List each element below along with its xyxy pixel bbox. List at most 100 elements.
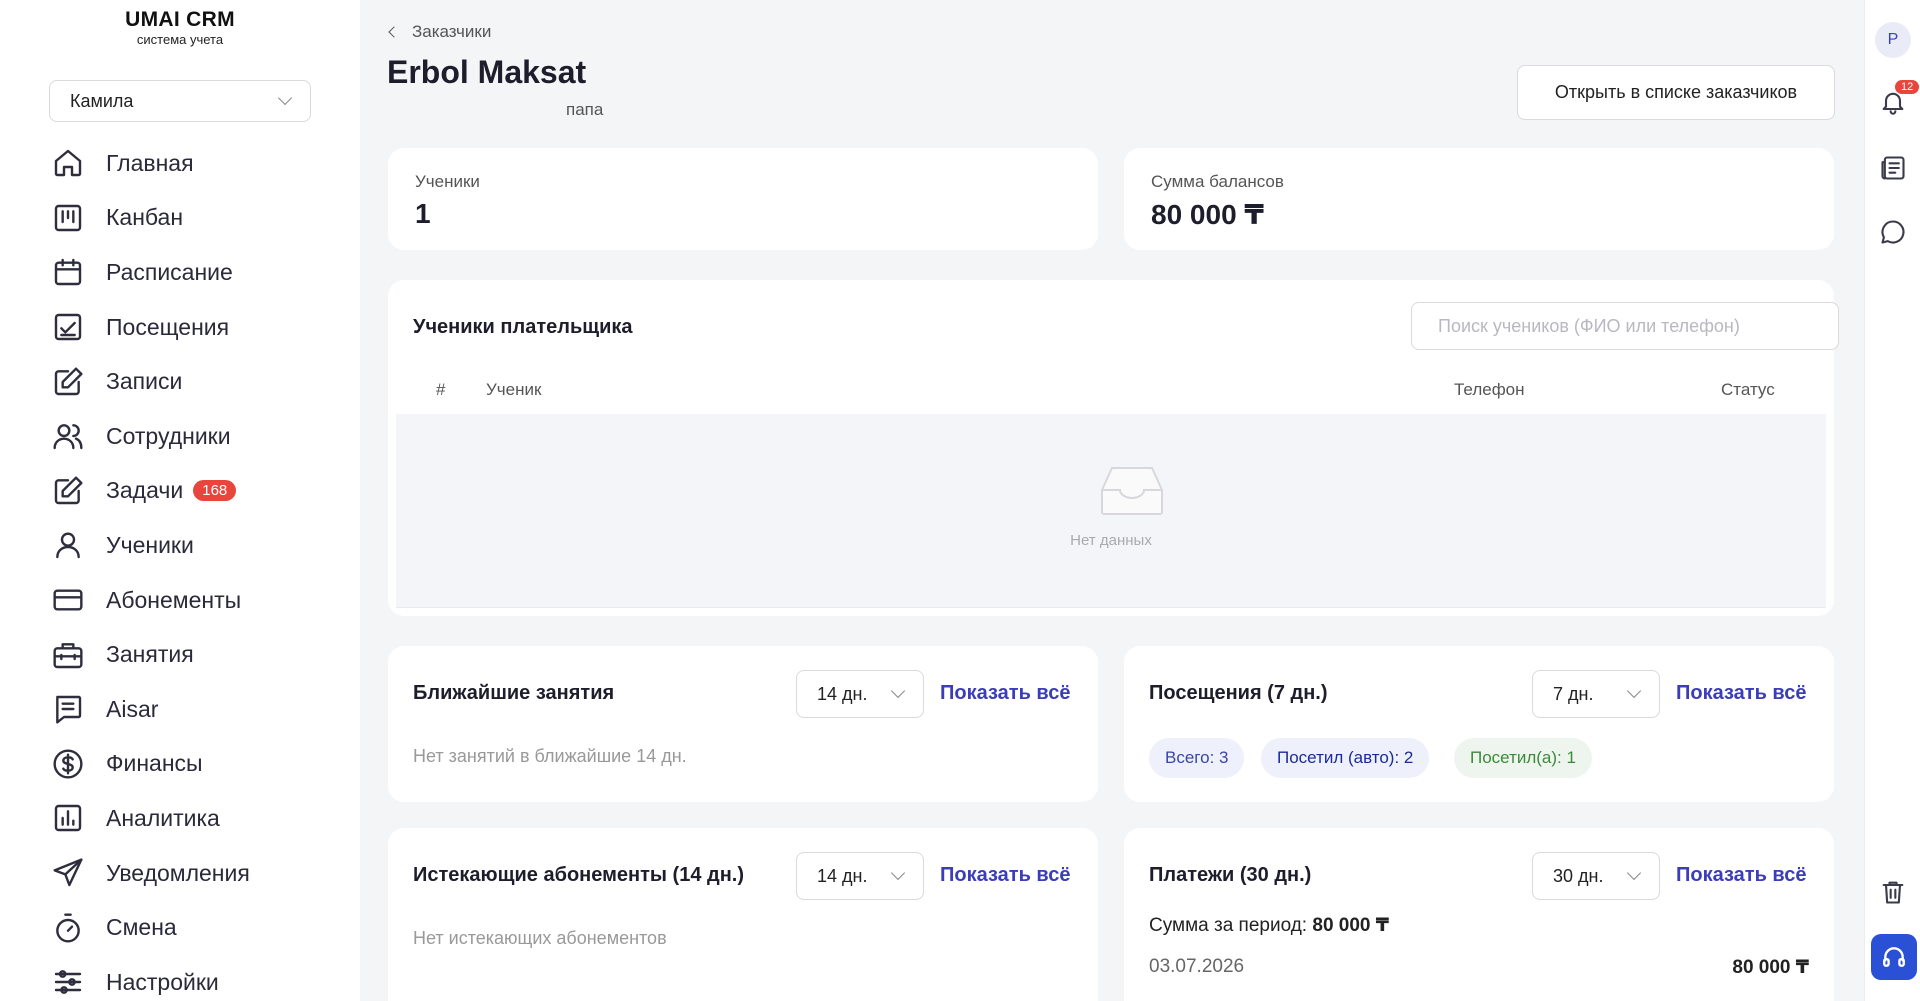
sidebar-item-label: Aisar bbox=[106, 695, 159, 722]
sidebar-item-label: Главная bbox=[106, 149, 194, 176]
trash-icon bbox=[1882, 881, 1904, 904]
sidebar-item-home[interactable]: Главная bbox=[52, 136, 352, 191]
breadcrumb-label: Заказчики bbox=[412, 22, 492, 41]
analytics-icon bbox=[54, 805, 82, 832]
card-title: Истекающие абонементы (14 дн.) bbox=[413, 864, 744, 886]
stat-value: 80 000 ₸ bbox=[1151, 199, 1264, 230]
tasks-count-badge: 168 bbox=[193, 480, 237, 502]
column-header[interactable]: # bbox=[436, 380, 445, 400]
sidebar-item-label: Задачи bbox=[106, 477, 184, 504]
table-empty-state: Нет данных bbox=[396, 414, 1826, 608]
payments-card: Платежи (30 дн.) 30 дн. Показать всё Сум… bbox=[1124, 828, 1834, 1001]
card-title: Посещения (7 дн.) bbox=[1149, 682, 1328, 704]
column-header[interactable]: Статус bbox=[1721, 380, 1775, 400]
empty-text: Нет данных bbox=[1070, 532, 1152, 549]
users-icon bbox=[53, 424, 83, 450]
payments-show-all-link[interactable]: Показать всё bbox=[1676, 864, 1806, 887]
brand-subtitle: система учета bbox=[136, 32, 224, 47]
upcoming-lessons-card: Ближайшие занятия 14 дн. Показать всё Не… bbox=[388, 646, 1098, 802]
empty-inbox-icon bbox=[1101, 467, 1163, 515]
sidebar-item-shift[interactable]: Смена bbox=[52, 900, 352, 955]
students-stat-card: Ученики 1 bbox=[388, 148, 1098, 250]
kanban-icon bbox=[54, 204, 82, 232]
sum-label: Сумма за период: bbox=[1149, 915, 1308, 936]
attendance-card: Посещения (7 дн.) 7 дн. Показать всё Все… bbox=[1124, 646, 1834, 802]
right-rail: P 12 bbox=[1864, 0, 1920, 1001]
sidebar-item-label: Записи bbox=[106, 368, 183, 395]
dollar-icon bbox=[53, 749, 83, 779]
sidebar-item-analytics[interactable]: Аналитика bbox=[52, 791, 352, 846]
sidebar-item-tasks[interactable]: Задачи 168 bbox=[52, 464, 352, 519]
edit-icon bbox=[54, 476, 83, 505]
sidebar-item-label: Настройки bbox=[106, 968, 219, 995]
sidebar-item-label: Аналитика bbox=[106, 804, 220, 831]
card-title: Ближайшие занятия bbox=[413, 682, 615, 704]
empty-text: Нет занятий в ближайшие 14 дн. bbox=[413, 746, 687, 766]
stat-value: 1 bbox=[415, 198, 431, 229]
expiring-show-all-link[interactable]: Показать всё bbox=[940, 864, 1070, 887]
chevron-down-icon bbox=[890, 865, 906, 881]
briefcase-icon bbox=[53, 642, 83, 668]
news-button[interactable] bbox=[1879, 154, 1907, 182]
headset-icon bbox=[1883, 947, 1905, 967]
sidebar-item-notifications[interactable]: Уведомления bbox=[52, 846, 352, 901]
sidebar-item-finance[interactable]: Финансы bbox=[52, 737, 352, 792]
sidebar-item-label: Занятия bbox=[106, 641, 194, 668]
stat-label: Сумма балансов bbox=[1151, 172, 1284, 191]
breadcrumb[interactable]: Заказчики bbox=[388, 22, 492, 42]
sidebar-item-attendance[interactable]: Посещения bbox=[52, 300, 352, 355]
table-header: # Ученик Телефон Статус bbox=[396, 370, 1826, 410]
trash-button[interactable] bbox=[1879, 878, 1907, 906]
attendance-auto-chip: Посетил (авто): 2 bbox=[1261, 738, 1430, 778]
column-header[interactable]: Телефон bbox=[1454, 380, 1525, 400]
upcoming-period-select[interactable]: 14 дн. bbox=[796, 670, 924, 718]
open-in-customers-list-button[interactable]: Открыть в списке заказчиков bbox=[1517, 65, 1835, 120]
sidebar-item-staff[interactable]: Сотрудники bbox=[52, 409, 352, 464]
payment-date: 03.07.2026 bbox=[1149, 956, 1245, 977]
column-header[interactable]: Ученик bbox=[486, 380, 541, 400]
sidebar-item-schedule[interactable]: Расписание bbox=[52, 245, 352, 300]
search-placeholder: Поиск учеников (ФИО или телефон) bbox=[1438, 315, 1740, 336]
chevron-down-icon bbox=[1626, 683, 1642, 699]
expiring-period-select[interactable]: 14 дн. bbox=[796, 852, 924, 900]
chevron-down-icon bbox=[277, 90, 293, 106]
sidebar-item-label: Посещения bbox=[106, 313, 230, 340]
chat-button[interactable] bbox=[1879, 218, 1907, 246]
user-select[interactable]: Камила bbox=[49, 80, 311, 122]
balance-stat-card: Сумма балансов 80 000 ₸ bbox=[1124, 148, 1834, 250]
sum-value: 80 000 ₸ bbox=[1312, 915, 1389, 936]
sidebar-item-records[interactable]: Записи bbox=[52, 354, 352, 409]
sidebar-item-label: Канбан bbox=[106, 204, 184, 231]
payments-period-select[interactable]: 30 дн. bbox=[1532, 852, 1660, 900]
support-button[interactable] bbox=[1871, 934, 1917, 980]
stat-label: Ученики bbox=[415, 172, 480, 191]
attendance-show-all-link[interactable]: Показать всё bbox=[1676, 682, 1806, 705]
user-icon bbox=[56, 532, 80, 559]
chevron-down-icon bbox=[1626, 865, 1642, 881]
user-select-value: Камила bbox=[70, 90, 134, 111]
select-value: 7 дн. bbox=[1553, 683, 1594, 704]
edit-icon bbox=[54, 367, 83, 395]
sliders-icon bbox=[54, 970, 82, 995]
sidebar-item-label: Абонементы bbox=[106, 586, 242, 613]
brand-logo[interactable]: UMAI CRM система учета bbox=[0, 8, 360, 47]
upcoming-show-all-link[interactable]: Показать всё bbox=[940, 682, 1070, 705]
newspaper-icon bbox=[1881, 156, 1905, 180]
send-icon bbox=[53, 858, 83, 887]
brand-title: UMAI CRM bbox=[125, 8, 235, 31]
attendance-manual-chip: Посетил(а): 1 bbox=[1454, 738, 1592, 778]
home-icon bbox=[54, 150, 82, 177]
sidebar-item-settings[interactable]: Настройки bbox=[52, 955, 352, 1001]
sidebar-item-lessons[interactable]: Занятия bbox=[52, 627, 352, 682]
sidebar-item-aisar[interactable]: Aisar bbox=[52, 682, 352, 737]
attendance-period-select[interactable]: 7 дн. bbox=[1532, 670, 1660, 718]
sidebar-item-label: Ученики bbox=[106, 531, 194, 558]
sidebar-item-label: Расписание bbox=[106, 258, 233, 285]
main-content: Заказчики Erbol Maksat папа Открыть в сп… bbox=[360, 0, 1864, 1001]
sidebar-item-students[interactable]: Ученики bbox=[52, 518, 352, 573]
timer-icon bbox=[56, 913, 80, 943]
sidebar-item-kanban[interactable]: Канбан bbox=[52, 191, 352, 246]
avatar[interactable]: P bbox=[1875, 22, 1911, 58]
sidebar-item-subscriptions[interactable]: Абонементы bbox=[52, 573, 352, 628]
student-search-input[interactable]: Поиск учеников (ФИО или телефон) bbox=[1411, 302, 1839, 350]
